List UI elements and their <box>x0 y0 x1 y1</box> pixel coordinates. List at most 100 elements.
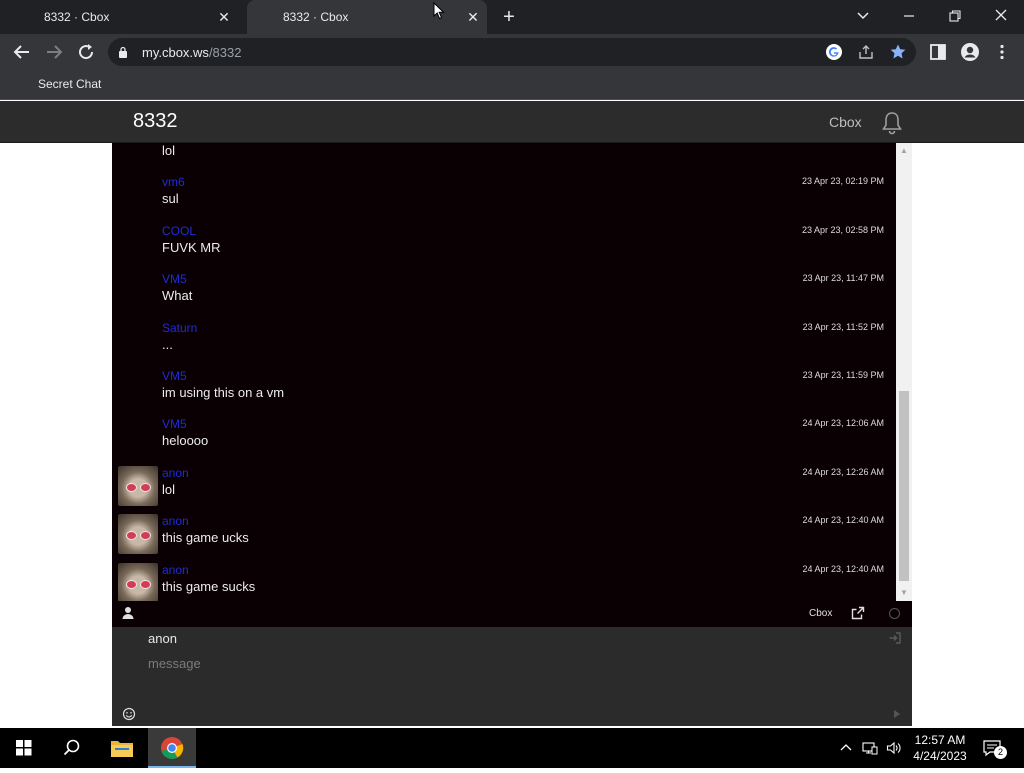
cbox-brand-link[interactable]: Cbox <box>829 114 862 130</box>
message-timestamp: 24 Apr 23, 12:40 AM <box>802 563 884 574</box>
user-icon[interactable] <box>121 606 135 620</box>
cbox-footer-link[interactable]: Cbox <box>809 608 832 619</box>
share-icon[interactable] <box>857 43 875 61</box>
chat-message: anon this game ucks 24 Apr 23, 12:40 AM <box>112 514 896 562</box>
close-tab-icon[interactable]: ✕ <box>216 9 232 25</box>
reload-icon[interactable] <box>74 40 98 64</box>
message-text: What <box>162 288 193 304</box>
mouse-pointer-icon <box>433 2 445 20</box>
message-timestamp: 23 Apr 23, 02:58 PM <box>801 224 884 235</box>
chat-message: lol <box>112 143 896 175</box>
chat-message: anon this game sucks 24 Apr 23, 12:40 AM <box>112 562 896 601</box>
message-text: this game ucks <box>162 530 249 546</box>
address-bar[interactable]: my.cbox.ws/8332 <box>108 38 916 66</box>
cbox-header: 8332 Cbox <box>0 101 1024 143</box>
message-timestamp: 24 Apr 23, 12:06 AM <box>802 418 884 429</box>
name-field[interactable] <box>148 631 324 646</box>
clock-date: 4/24/2023 <box>913 749 967 763</box>
message-text: im using this on a vm <box>162 385 285 400</box>
emoji-smile-icon[interactable] <box>122 707 136 721</box>
message-text: this game sucks <box>162 578 256 594</box>
restore-icon[interactable] <box>940 4 970 28</box>
chrome-taskbar-icon[interactable] <box>148 728 196 768</box>
message-username[interactable]: COOL <box>162 224 196 238</box>
message-text: lol <box>162 481 176 497</box>
popout-icon[interactable] <box>851 606 865 620</box>
url-path: /8332 <box>208 45 242 60</box>
connection-status-icon <box>889 608 900 619</box>
browser-tab[interactable]: 8332 · Cbox ✕ <box>0 0 240 34</box>
bookmark-star-icon[interactable] <box>889 43 907 61</box>
chat-message: VM5 heloooo 24 Apr 23, 12:06 AM <box>112 417 896 465</box>
new-tab-icon[interactable]: + <box>498 6 520 28</box>
message-text: sul <box>162 191 179 207</box>
scroll-down-arrow-icon[interactable]: ▼ <box>899 588 909 598</box>
message-username[interactable]: anon <box>162 466 189 480</box>
close-window-icon[interactable] <box>986 4 1016 28</box>
clock-time: 12:57 AM <box>914 733 966 747</box>
message-username[interactable]: Saturn <box>162 321 197 335</box>
url-host: my.cbox.ws <box>142 45 209 60</box>
chat-scrollbar[interactable]: ▲ ▼ <box>896 143 912 601</box>
message-text: FUVK MR <box>162 239 221 255</box>
message-timestamp: 24 Apr 23, 12:26 AM <box>802 466 884 477</box>
bell-icon[interactable] <box>879 110 905 136</box>
message-username[interactable]: anon <box>162 563 189 577</box>
message-timestamp: 23 Apr 23, 02:19 PM <box>801 176 884 187</box>
send-arrow-icon[interactable] <box>893 709 901 719</box>
tab-title: 8332 · Cbox <box>44 10 110 24</box>
menu-kebab-icon[interactable] <box>992 42 1012 62</box>
message-username[interactable]: anon <box>162 514 189 528</box>
message-input[interactable] <box>148 653 848 673</box>
file-explorer-icon[interactable] <box>98 728 146 768</box>
message-text: lol <box>162 143 176 158</box>
chat-message: VM5 im using this on a vm 23 Apr 23, 11:59… <box>112 369 896 417</box>
chat-footer-bar: Cbox <box>112 601 912 627</box>
browser-toolbar: my.cbox.ws/8332 <box>0 34 1024 70</box>
message-text: ... <box>162 336 173 352</box>
browser-tab-strip: 8332 · Cbox ✕ 8332 · Cbox ✕ + <box>0 0 1024 34</box>
minimize-icon[interactable] <box>894 4 924 28</box>
message-username[interactable]: VM5 <box>162 272 187 286</box>
message-timestamp: 24 Apr 23, 12:40 AM <box>802 515 884 526</box>
chat-message: anon lol 24 Apr 23, 12:26 AM <box>112 465 896 514</box>
avatar[interactable] <box>118 465 158 506</box>
close-tab-icon[interactable]: ✕ <box>465 9 481 25</box>
chat-message: COOL FUVK MR 23 Apr 23, 02:58 PM <box>112 224 896 272</box>
message-text: heloooo <box>162 433 209 449</box>
avatar[interactable] <box>118 514 158 555</box>
lock-icon[interactable] <box>118 46 128 58</box>
chat-message-list[interactable]: lol vm6 sul 23 Apr 23, 02:19 PM COOL FUVK MR 2… <box>112 143 912 601</box>
message-username[interactable]: VM5 <box>162 369 187 383</box>
message-username[interactable]: VM5 <box>162 417 187 431</box>
message-timestamp: 23 Apr 23, 11:47 PM <box>802 273 884 284</box>
google-lens-icon[interactable] <box>825 43 843 61</box>
url-text: my.cbox.ws/8332 <box>142 45 241 60</box>
network-icon[interactable] <box>862 740 878 756</box>
avatar[interactable] <box>118 562 158 601</box>
back-arrow-icon[interactable] <box>10 40 34 64</box>
login-icon[interactable] <box>888 631 902 645</box>
windows-start-icon[interactable] <box>0 728 48 768</box>
bookmark-secret-chat[interactable]: Secret Chat <box>38 77 101 91</box>
browser-tab-active[interactable]: 8332 · Cbox ✕ <box>247 0 487 34</box>
search-icon[interactable] <box>48 728 96 768</box>
notification-count-badge: 2 <box>994 746 1007 759</box>
compose-area <box>112 627 912 726</box>
page-title: 8332 <box>133 110 178 132</box>
bookmarks-bar: Secret Chat <box>0 70 1024 100</box>
system-clock[interactable]: 12:57 AM 4/24/2023 <box>910 732 970 764</box>
forward-arrow-icon[interactable] <box>42 40 66 64</box>
scroll-up-arrow-icon[interactable]: ▲ <box>899 146 909 156</box>
volume-icon[interactable] <box>886 740 902 756</box>
scrollbar-thumb[interactable] <box>899 391 909 581</box>
tab-title: 8332 · Cbox <box>283 10 349 24</box>
tab-search-chevron-icon[interactable] <box>848 4 878 28</box>
message-username[interactable]: vm6 <box>162 175 185 189</box>
profile-icon[interactable] <box>960 42 980 62</box>
chat-message: Saturn... 23 Apr 23, 11:52 PM <box>112 321 896 369</box>
side-panel-icon[interactable] <box>928 42 948 62</box>
chat-message: vm6 sul 23 Apr 23, 02:19 PM <box>112 175 896 223</box>
show-hidden-icons-chevron-icon[interactable] <box>838 740 854 756</box>
message-timestamp: 23 Apr 23, 11:59 PM <box>802 370 884 380</box>
